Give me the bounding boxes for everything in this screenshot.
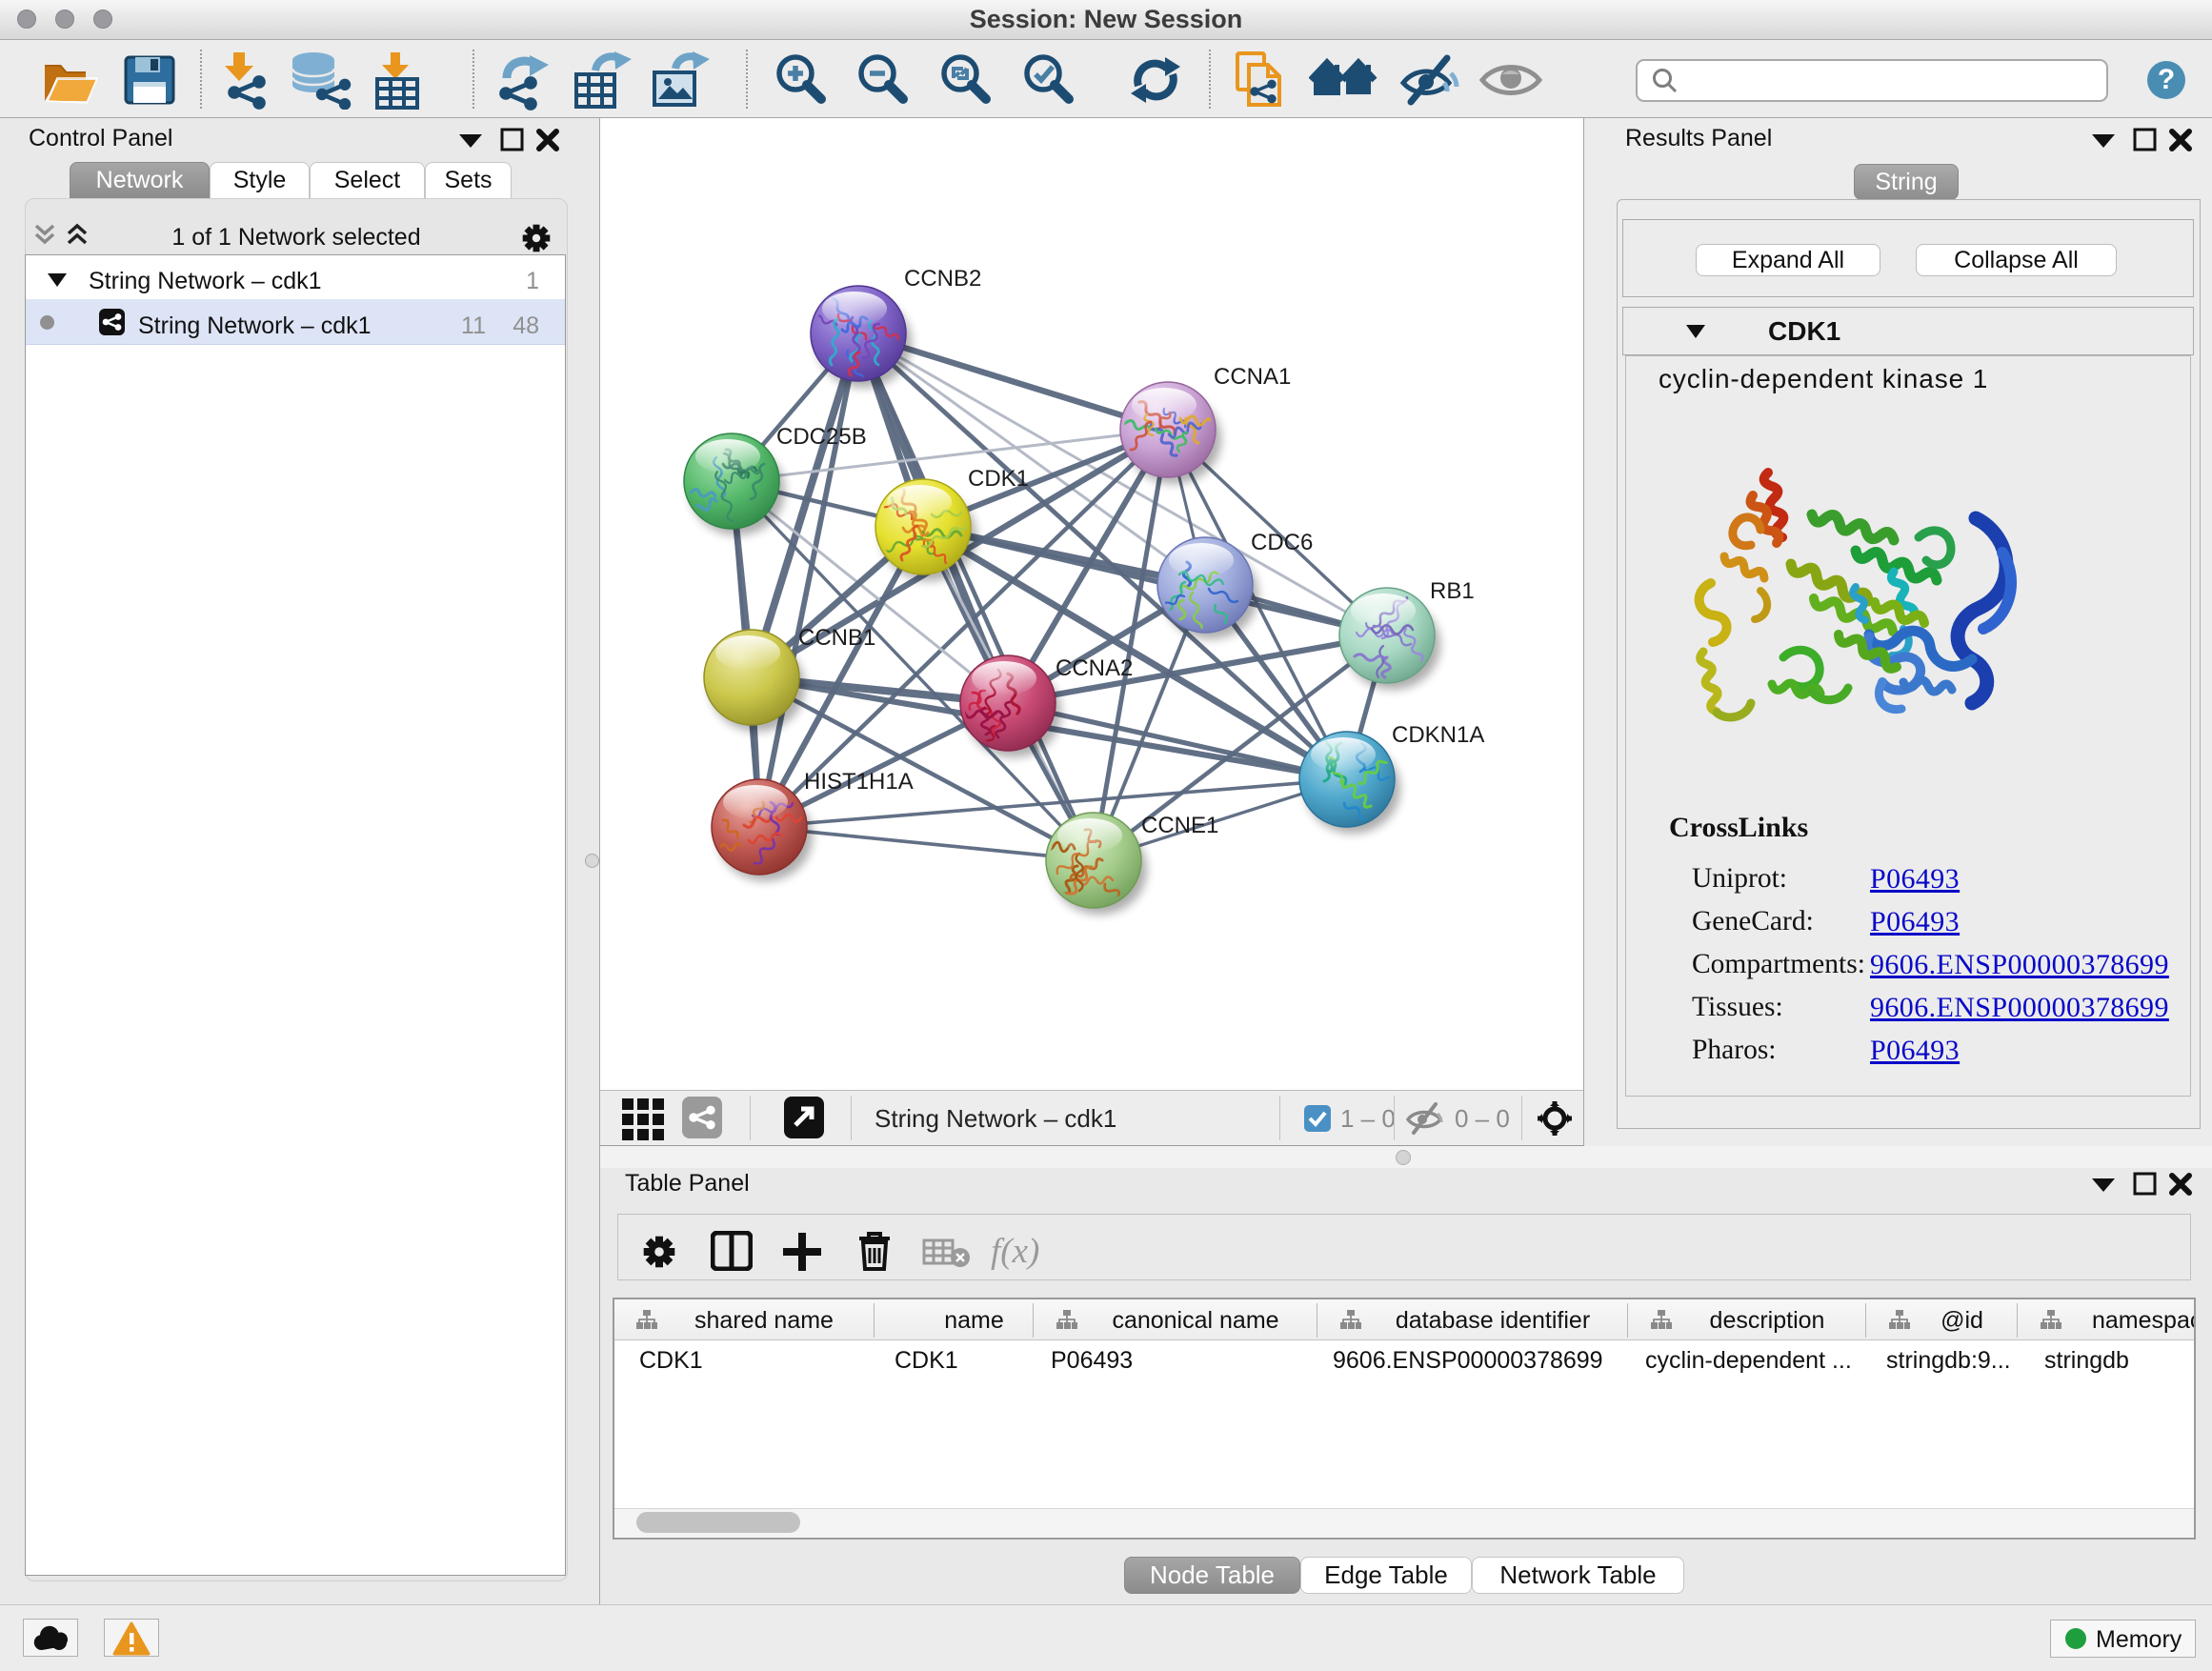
svg-text:CCNA2: CCNA2 xyxy=(1056,655,1133,681)
svg-text:CDC6: CDC6 xyxy=(1251,530,1313,555)
svg-text:RB1: RB1 xyxy=(1430,578,1475,604)
svg-text:CDKN1A: CDKN1A xyxy=(1392,722,1484,748)
svg-text:CDK1: CDK1 xyxy=(968,466,1029,492)
svg-text:CCNB2: CCNB2 xyxy=(904,266,981,292)
svg-text:CDC25B: CDC25B xyxy=(776,424,867,450)
svg-text:HIST1H1A: HIST1H1A xyxy=(804,769,914,795)
svg-text:CCNB1: CCNB1 xyxy=(798,625,875,651)
svg-text:CCNA1: CCNA1 xyxy=(1214,364,1291,390)
svg-text:CCNE1: CCNE1 xyxy=(1141,813,1218,838)
